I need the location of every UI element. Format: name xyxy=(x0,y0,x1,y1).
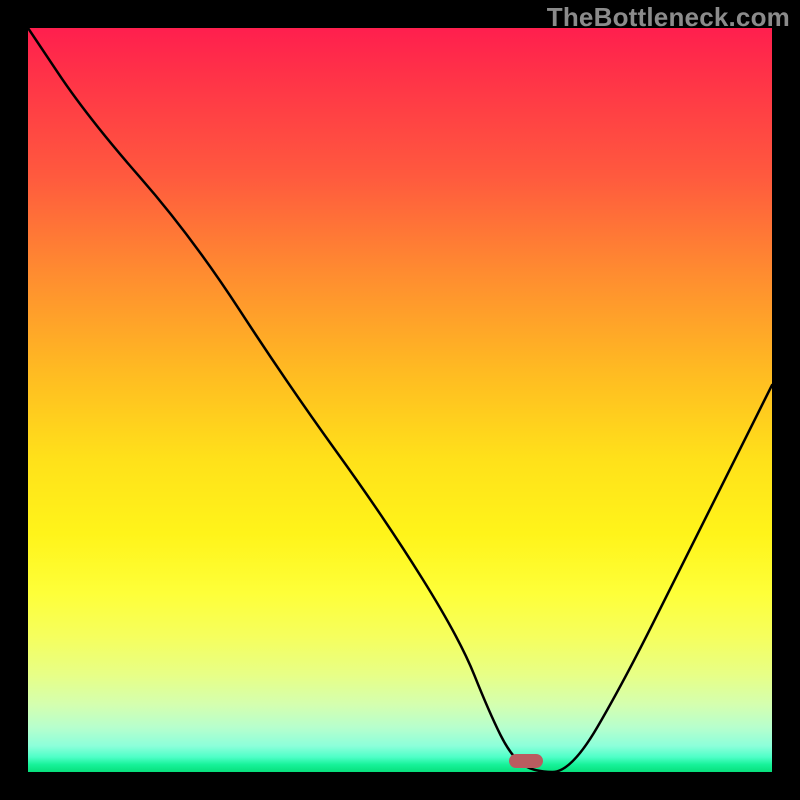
bottleneck-curve xyxy=(28,28,772,772)
chart-frame: TheBottleneck.com xyxy=(0,0,800,800)
curve-layer xyxy=(28,28,772,772)
optimal-marker xyxy=(509,754,543,768)
plot-area xyxy=(28,28,772,772)
